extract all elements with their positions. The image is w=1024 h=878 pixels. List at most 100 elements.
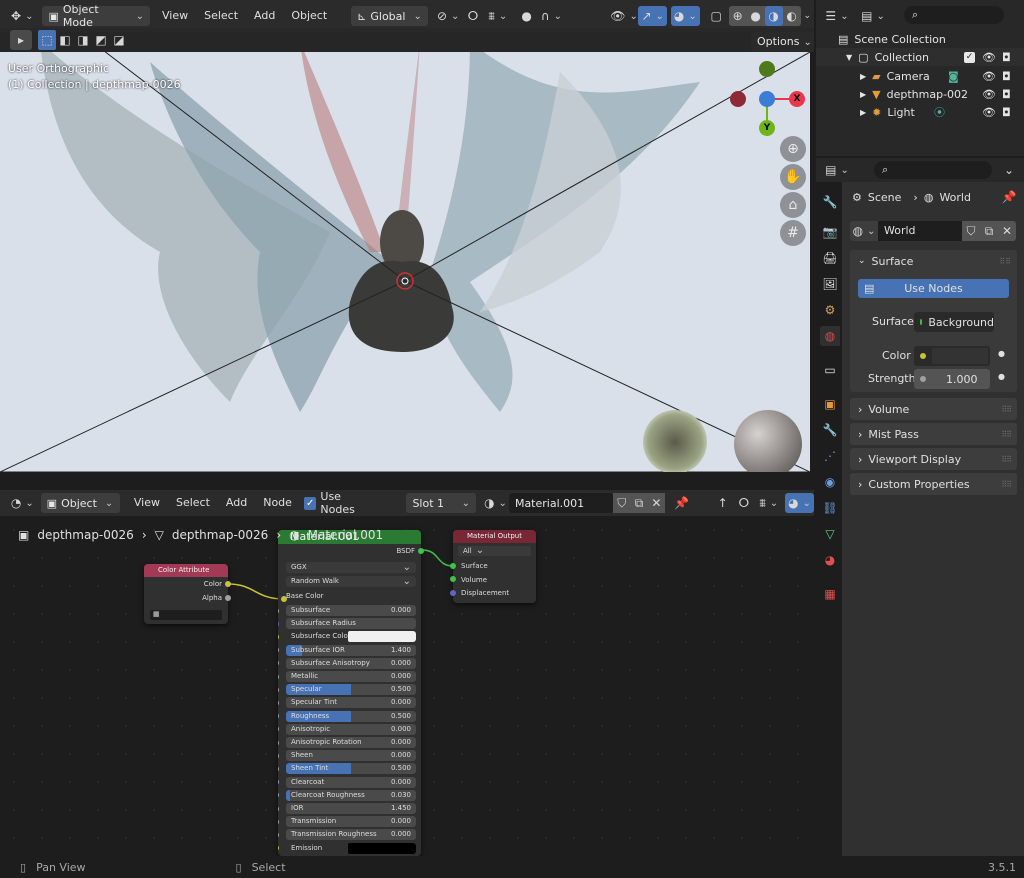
snap-target-icon[interactable]: ⩩: [483, 6, 512, 26]
slot-dropdown[interactable]: Slot 1: [406, 493, 477, 513]
mode-dropdown[interactable]: ▣ Object Mode: [42, 3, 150, 29]
expand-right-icon[interactable]: ▶: [860, 72, 866, 81]
menu-select[interactable]: Select: [196, 6, 246, 26]
pan-hand-icon[interactable]: ✋: [780, 164, 806, 190]
bsdf-prop-row[interactable]: Metallic 0.000: [286, 671, 416, 682]
gizmo-toggle-icon[interactable]: ↗: [638, 6, 667, 26]
color-swatch[interactable]: [932, 348, 988, 364]
drag-grip-icon[interactable]: ⠿⠿: [999, 257, 1011, 266]
ne-overlay-icon[interactable]: ◕: [785, 493, 814, 513]
checkbox-checked-icon[interactable]: ✓: [303, 496, 317, 510]
distribution-dropdown[interactable]: GGX: [286, 562, 416, 573]
3d-viewport[interactable]: ✥ ▣ Object Mode View Select Add Object ⊾…: [0, 0, 814, 478]
camera-view-icon[interactable]: ⌂: [780, 192, 806, 218]
render-tab-icon[interactable]: 📷: [820, 222, 840, 242]
material-shading-icon[interactable]: ◑: [764, 6, 783, 26]
volume-input-socket[interactable]: [450, 576, 456, 582]
bsdf-prop-row[interactable]: Emission: [286, 842, 416, 854]
bsdf-prop-row[interactable]: Anisotropic 0.000: [286, 723, 416, 735]
tool-tab-icon[interactable]: 🔧: [820, 192, 840, 212]
use-nodes-button[interactable]: ▤ Use Nodes: [858, 279, 1009, 298]
subsurface-method-dropdown[interactable]: Random Walk: [286, 576, 416, 587]
outliner-item-camera[interactable]: ▶ ▰ Camera ◙ 👁 ◘: [816, 67, 1024, 85]
bsdf-input-socket[interactable]: [278, 660, 279, 667]
bsdf-prop-row[interactable]: Subsurface Anisotropy 0.000: [286, 657, 416, 669]
ne-menu-node[interactable]: Node: [255, 493, 300, 513]
bsdf-input-socket[interactable]: [278, 845, 279, 852]
color-swatch[interactable]: [348, 631, 416, 643]
keyframe-dot-icon[interactable]: ●: [998, 349, 1005, 358]
bsdf-prop-row[interactable]: Subsurface Color: [286, 631, 416, 643]
bsdf-input-socket[interactable]: [278, 686, 279, 693]
solid-shading-icon[interactable]: ●: [747, 6, 765, 26]
ortho-grid-icon[interactable]: #: [780, 220, 806, 246]
bsdf-prop-row[interactable]: Sheen Tint 0.500: [286, 763, 416, 775]
wireframe-shading-icon[interactable]: ⊕: [729, 6, 747, 26]
bsdf-prop-row[interactable]: Clearcoat 0.000: [286, 776, 416, 788]
select-extend-icon[interactable]: ◧: [56, 30, 74, 50]
object-tab-icon[interactable]: ▣: [820, 394, 840, 414]
color-layer-field[interactable]: ▦: [150, 610, 222, 620]
properties-search-input[interactable]: ⌕: [874, 161, 992, 179]
color-swatch[interactable]: [348, 842, 416, 854]
select-intersect-icon[interactable]: ◪: [110, 30, 128, 50]
collection-tab-icon[interactable]: ▭: [820, 360, 840, 380]
fake-user-shield-icon[interactable]: ⛉: [962, 221, 980, 241]
properties-options-icon[interactable]: ⌄: [998, 160, 1020, 180]
outliner-collection[interactable]: ▼ ▢ Collection ✓ 👁 ◘: [816, 48, 1024, 66]
light-data-icon[interactable]: ⦿: [934, 104, 945, 120]
eye-icon[interactable]: 👁: [982, 88, 996, 101]
particles-tab-icon[interactable]: ⋰: [820, 446, 840, 466]
mist-pass-panel[interactable]: › Mist Pass ⠿⠿: [850, 423, 1017, 445]
chevron-down-icon[interactable]: ⌄: [858, 256, 866, 266]
bsdf-input-socket[interactable]: [278, 779, 279, 786]
eye-icon[interactable]: 👁: [982, 106, 996, 119]
render-camera-icon[interactable]: ◘: [1002, 88, 1011, 101]
material-browse-icon[interactable]: ◑: [482, 493, 509, 513]
breadcrumb-material[interactable]: Material.001: [308, 528, 383, 542]
gizmo-neg-x[interactable]: [730, 91, 746, 107]
bsdf-input-socket[interactable]: [278, 831, 279, 838]
zoom-icon[interactable]: ⊕: [780, 136, 806, 162]
color-output-socket[interactable]: [225, 581, 231, 587]
gizmo-neg-y[interactable]: [759, 61, 775, 77]
fake-user-shield-icon[interactable]: ⛉: [613, 493, 631, 513]
render-camera-icon[interactable]: ◘: [1002, 106, 1011, 119]
shader-editor-icon[interactable]: ◔: [6, 493, 39, 513]
unlink-material-icon[interactable]: ✕: [647, 493, 665, 513]
shading-options-icon[interactable]: ⌄: [801, 6, 814, 26]
bsdf-prop-row[interactable]: Transmission Roughness 0.000: [286, 829, 416, 841]
drag-grip-icon[interactable]: ⠿⠿: [1001, 430, 1012, 439]
bsdf-input-socket[interactable]: [278, 673, 279, 680]
bsdf-input-socket[interactable]: [278, 752, 279, 759]
world-name-field[interactable]: World: [878, 221, 962, 241]
bsdf-prop-row[interactable]: Transmission 0.000: [286, 816, 416, 828]
editor-type-icon[interactable]: ✥: [6, 6, 38, 26]
output-target-dropdown[interactable]: All: [458, 546, 531, 556]
material-tab-icon[interactable]: ◕: [820, 550, 840, 570]
bsdf-input-socket[interactable]: [278, 818, 279, 825]
view-layer-tab-icon[interactable]: 🖼: [820, 274, 840, 294]
drag-grip-icon[interactable]: ⠿⠿: [1001, 480, 1012, 489]
viewport-scene[interactable]: [0, 1, 811, 478]
bsdf-prop-row[interactable]: Clearcoat Roughness 0.030: [286, 789, 416, 801]
navigation-gizmo[interactable]: X Y: [726, 58, 810, 138]
volume-panel[interactable]: › Volume ⠿⠿: [850, 398, 1017, 420]
select-tool-icon[interactable]: ▸: [10, 30, 32, 50]
texture-tab-icon[interactable]: ▦: [820, 584, 840, 604]
alpha-output-socket[interactable]: [225, 595, 231, 601]
gizmo-z[interactable]: [759, 91, 775, 107]
bsdf-prop-row[interactable]: Roughness 0.500: [286, 710, 416, 722]
principled-bsdf-node[interactable]: Material.001 BSDF GGX Random Walk Base C…: [278, 530, 421, 856]
use-nodes-toggle[interactable]: ✓ Use Nodes: [303, 490, 377, 516]
expand-right-icon[interactable]: ▶: [860, 90, 866, 99]
bsdf-input-socket[interactable]: [278, 805, 279, 812]
select-invert-icon[interactable]: ◩: [92, 30, 110, 50]
menu-add[interactable]: Add: [246, 6, 283, 26]
unlink-world-icon[interactable]: ✕: [998, 221, 1016, 241]
render-camera-icon[interactable]: ◘: [1002, 70, 1011, 83]
xray-icon[interactable]: ▢: [706, 6, 727, 26]
expand-right-icon[interactable]: ▶: [860, 108, 866, 117]
eye-icon[interactable]: 👁: [982, 70, 996, 83]
material-name-field[interactable]: Material.001: [508, 493, 614, 513]
